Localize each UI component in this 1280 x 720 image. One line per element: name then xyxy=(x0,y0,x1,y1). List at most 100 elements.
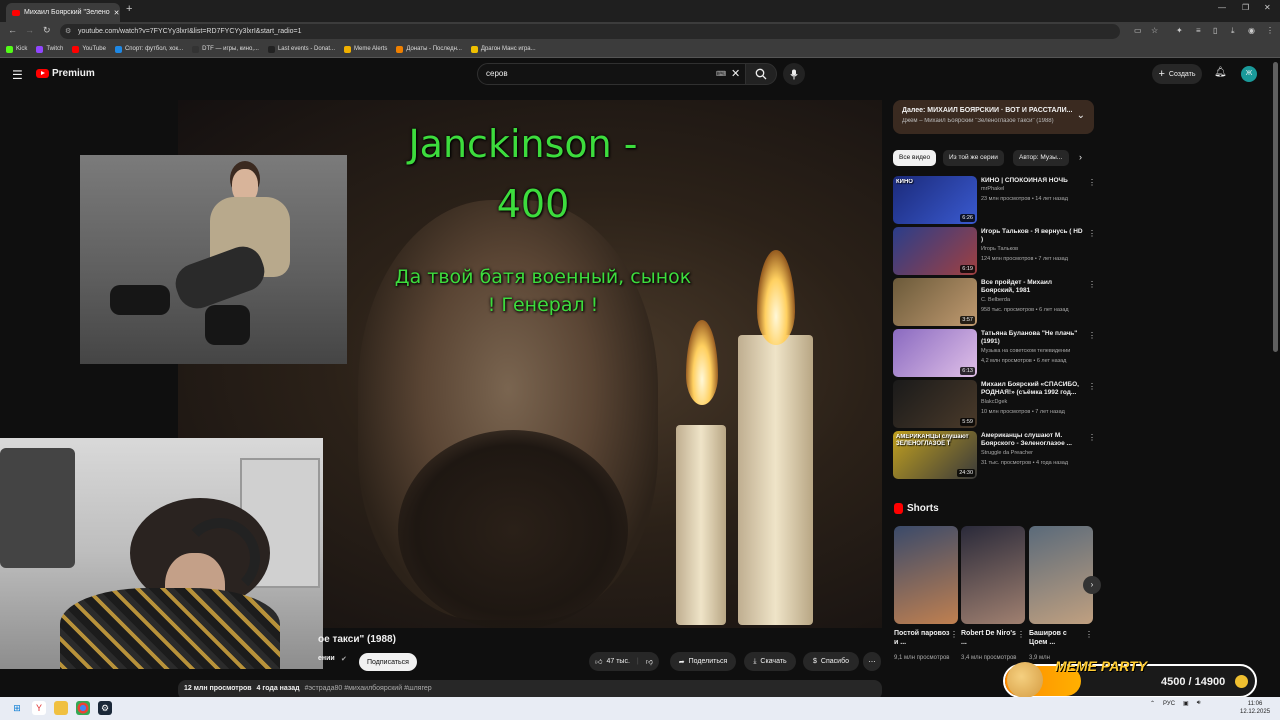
keyboard-icon[interactable]: ⌨ xyxy=(716,70,726,78)
bookmark-item[interactable]: Last events - Donat... xyxy=(267,45,335,53)
reload-icon[interactable]: ↻ xyxy=(43,25,51,36)
recommendation-title[interactable]: Игорь Тальков - Я вернусь ( HD ) xyxy=(981,228,1085,244)
recommendation-channel[interactable]: Музыка на советском телевидении xyxy=(981,348,1070,354)
split-view-icon[interactable]: ▯ xyxy=(1213,26,1217,35)
clock[interactable]: 11:06 12.12.2025 xyxy=(1240,700,1270,716)
like-icon[interactable]: 👍︎ xyxy=(595,657,602,666)
recommendation-title[interactable]: Американцы слушают М. Боярского - Зелено… xyxy=(981,432,1085,448)
more-vertical-icon[interactable]: ⋮ xyxy=(1017,630,1025,639)
share-button[interactable]: ➦ Поделиться xyxy=(670,652,736,671)
more-vertical-icon[interactable]: ⋮ xyxy=(1088,280,1096,289)
bookmark-star-icon[interactable]: ☆ xyxy=(1151,26,1158,35)
recommendation-item[interactable]: АМЕРИКАНЦЫ слушают ЗЕЛЕНОГЛАЗОЕ Т 24:30 Ам… xyxy=(893,431,1098,479)
url-input[interactable]: ⚙ youtube.com/watch?v=7FYCYy3lxrI&list=R… xyxy=(60,24,1120,39)
downloads-icon[interactable]: ⤓ xyxy=(1231,26,1235,36)
file-explorer-icon[interactable] xyxy=(54,701,68,715)
chip-author[interactable]: Автор: Музы... xyxy=(1013,150,1069,166)
bookmark-item[interactable]: Донаты - Последн... xyxy=(396,45,462,53)
maximize-icon[interactable]: ❐ xyxy=(1242,3,1249,12)
youtube-logo[interactable]: Premium xyxy=(36,68,95,79)
create-button[interactable]: + Создать xyxy=(1152,64,1202,84)
subscribe-button[interactable]: Подписаться xyxy=(359,653,417,671)
dislike-icon[interactable]: 👎︎ xyxy=(646,657,653,666)
thanks-button[interactable]: $ Спасибо xyxy=(803,652,859,671)
shorts-next-icon[interactable]: › xyxy=(1083,576,1101,594)
chip-same-series[interactable]: Из той же серии xyxy=(943,150,1004,166)
recommendation-title[interactable]: КИНО | СПОКОЙНАЯ НОЧЬ xyxy=(981,177,1085,185)
more-vertical-icon[interactable]: ⋮ xyxy=(1088,433,1096,442)
short-title[interactable]: Баширов с Цоем ... xyxy=(1029,629,1085,647)
browser-tab[interactable]: Михаил Боярский "Зелено ✕ xyxy=(6,3,120,22)
recommendation-item[interactable]: 5:59 Михаил Боярский «СПАСИБО, РОДНАЯ!» (… xyxy=(893,380,1098,428)
bookmark-item[interactable]: Meme Alerts xyxy=(344,45,387,53)
notifications-bell-icon[interactable]: 🔔︎ xyxy=(1214,67,1227,78)
close-window-icon[interactable]: ✕ xyxy=(1264,3,1271,12)
page-scrollbar[interactable] xyxy=(1273,62,1278,352)
bookmark-item[interactable]: Twitch xyxy=(36,45,63,53)
recommendation-title[interactable]: Михаил Боярский «СПАСИБО, РОДНАЯ!» (съём… xyxy=(981,381,1085,397)
profile-icon[interactable]: ◉ xyxy=(1248,26,1255,35)
short-thumbnail[interactable] xyxy=(961,526,1025,624)
recommendation-channel[interactable]: Struggle da Preacher xyxy=(981,450,1033,456)
clear-search-icon[interactable]: ✕ xyxy=(731,67,740,80)
chevron-down-icon[interactable]: ⌄ xyxy=(1077,110,1085,121)
mix-playlist-panel[interactable]: Далее: МИХАИЛ БОЯРСКИЙ · ВОТ И РАССТАЛИ.… xyxy=(893,100,1094,134)
recommendation-thumbnail[interactable]: КИНО 6:26 xyxy=(893,176,977,224)
cast-icon[interactable]: ▭ xyxy=(1134,26,1142,35)
more-vertical-icon[interactable]: ⋮ xyxy=(1088,331,1096,340)
short-thumbnail[interactable] xyxy=(894,526,958,624)
recommendation-thumbnail[interactable]: 6:13 xyxy=(893,329,977,377)
chrome-icon[interactable] xyxy=(76,701,90,715)
menu-icon[interactable]: ☰ xyxy=(12,68,23,82)
volume-icon[interactable]: 🔊︎ xyxy=(1197,700,1201,707)
media-icon[interactable]: ≡ xyxy=(1196,26,1201,35)
more-vertical-icon[interactable]: ⋮ xyxy=(1088,229,1096,238)
more-vertical-icon[interactable]: ⋮ xyxy=(1088,382,1096,391)
short-title[interactable]: Постой паровоз и ... xyxy=(894,629,950,647)
recommendation-thumbnail[interactable]: АМЕРИКАНЦЫ слушают ЗЕЛЕНОГЛАЗОЕ Т 24:30 xyxy=(893,431,977,479)
hashtags[interactable]: #эстрада80 #михаилбоярский #шлягер xyxy=(305,685,432,692)
tray-chevron-icon[interactable]: ⌃ xyxy=(1150,700,1155,707)
bookmark-item[interactable]: DTF — игры, кино,... xyxy=(192,45,259,53)
recommendation-channel[interactable]: BlakcDgek xyxy=(981,399,1007,405)
network-icon[interactable]: ▣ xyxy=(1183,700,1189,707)
chip-all-videos[interactable]: Все видео xyxy=(893,150,937,166)
recommendation-channel[interactable]: Игорь Тальков xyxy=(981,246,1018,252)
recommendation-item[interactable]: 3:57 Все пройдет - Михаил Боярский, 1981 С… xyxy=(893,278,1098,326)
minimize-icon[interactable]: — xyxy=(1218,3,1226,12)
channel-name[interactable]: ении xyxy=(318,655,335,662)
chevron-right-icon[interactable]: › xyxy=(1079,152,1082,162)
bookmark-item[interactable]: Спорт: футбол, хок... xyxy=(114,45,183,53)
back-icon[interactable]: ← xyxy=(8,25,17,35)
bookmark-item[interactable]: YouTube xyxy=(72,45,106,53)
recommendation-thumbnail[interactable]: 3:57 xyxy=(893,278,977,326)
recommendation-item[interactable]: КИНО 6:26 КИНО | СПОКОЙНАЯ НОЧЬ mrPhakel 23 … xyxy=(893,176,1098,224)
tab-close-icon[interactable]: ✕ xyxy=(114,9,120,17)
new-tab-button[interactable]: + xyxy=(126,3,132,15)
site-info-icon[interactable]: ⚙ xyxy=(65,24,71,39)
forward-icon[interactable]: → xyxy=(25,25,34,35)
more-vertical-icon[interactable]: ⋮ xyxy=(1088,178,1096,187)
windows-start-icon[interactable]: ⊞ xyxy=(10,701,24,715)
recommendation-title[interactable]: Все пройдет - Михаил Боярский, 1981 xyxy=(981,279,1085,295)
bookmark-item[interactable]: Драгон Манс игра... xyxy=(470,45,536,53)
search-input[interactable]: серов xyxy=(477,63,747,85)
recommendation-title[interactable]: Татьяна Буланова "Не плачь" (1991) xyxy=(981,330,1085,346)
recommendation-item[interactable]: 6:13 Татьяна Буланова "Не плачь" (1991) Му… xyxy=(893,329,1098,377)
recommendation-channel[interactable]: С. Belberda xyxy=(981,297,1010,303)
more-vertical-icon[interactable]: ⋮ xyxy=(1085,630,1093,639)
language-indicator[interactable]: РУС xyxy=(1163,701,1175,707)
recommendation-thumbnail[interactable]: 5:59 xyxy=(893,380,977,428)
search-button[interactable] xyxy=(745,63,777,85)
recommendation-thumbnail[interactable]: 6:19 xyxy=(893,227,977,275)
more-vertical-icon[interactable]: ⋮ xyxy=(950,630,958,639)
steam-icon[interactable]: ⚙ xyxy=(98,701,112,715)
extensions-icon[interactable]: ✦ xyxy=(1176,26,1183,35)
recommendation-item[interactable]: 6:19 Игорь Тальков - Я вернусь ( HD ) Игор… xyxy=(893,227,1098,275)
short-thumbnail[interactable] xyxy=(1029,526,1093,624)
short-title[interactable]: Robert De Niro's ... xyxy=(961,629,1017,647)
voice-search-button[interactable] xyxy=(783,63,805,85)
like-count[interactable]: 47 тыс. xyxy=(606,658,629,665)
download-button[interactable]: ⤓ Скачать xyxy=(744,652,796,671)
more-actions-button[interactable]: ⋯ xyxy=(863,652,881,671)
